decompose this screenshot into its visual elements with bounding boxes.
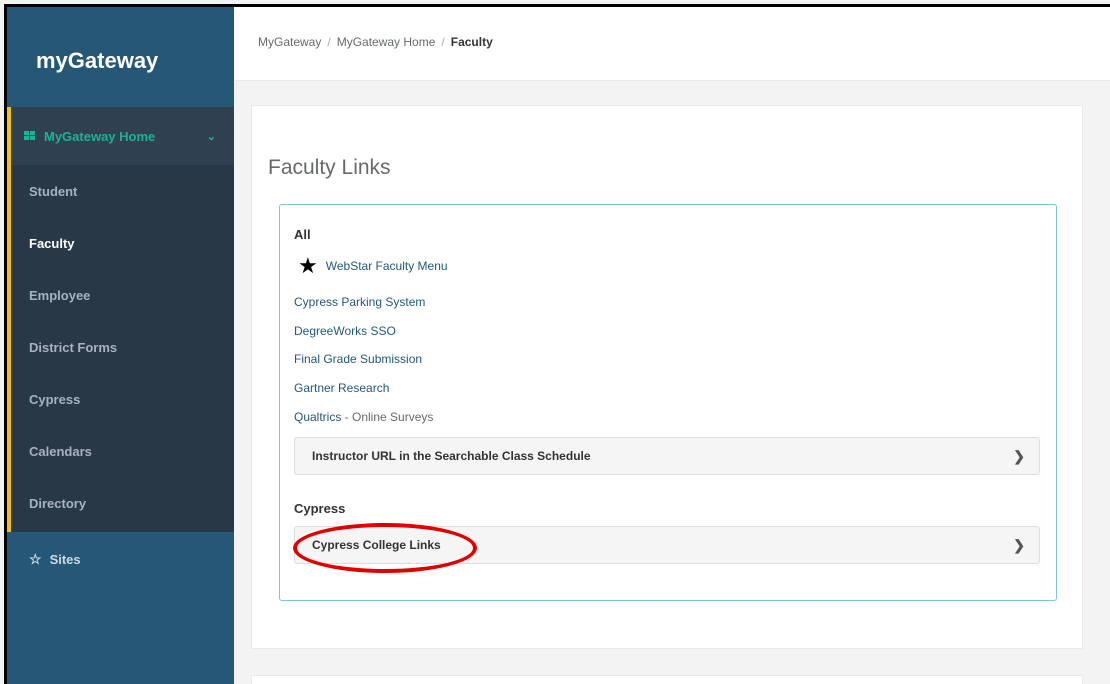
sidebar-item-directory[interactable]: Directory <box>11 477 234 529</box>
faculty-links-card: Faculty Links All ★ WebStar Faculty Menu… <box>251 105 1083 649</box>
app-logo[interactable]: myGateway <box>36 40 158 74</box>
sidebar-item-sites[interactable]: ☆ Sites <box>7 532 234 586</box>
section-heading-cypress: Cypress <box>294 501 346 516</box>
sidebar-item-calendars[interactable]: Calendars <box>11 425 234 477</box>
breadcrumb-separator: / <box>441 35 445 49</box>
link-cypress-parking-system[interactable]: Cypress Parking System <box>294 295 425 309</box>
sidebar-item-label: Student <box>29 183 78 199</box>
sidebar-item-label: Directory <box>29 495 87 511</box>
grid-icon <box>24 131 36 141</box>
sidebar-item-faculty[interactable]: Faculty <box>7 217 234 269</box>
sidebar-item-district-forms[interactable]: District Forms <box>11 321 234 373</box>
app-window: myGateway MyGateway Home ⌄ Student Facul… <box>4 4 1110 684</box>
link-qualtrics[interactable]: Qualtrics <box>294 410 341 424</box>
sidebar-item-label: District Forms <box>29 339 118 355</box>
breadcrumb-separator: / <box>327 35 331 49</box>
sidebar-item-student[interactable]: Student <box>11 165 234 217</box>
chevron-right-icon: ❯ <box>1013 536 1025 553</box>
page-title: Faculty Links <box>268 156 391 179</box>
sidebar-item-label: MyGateway Home <box>44 128 156 144</box>
breadcrumb-link-mygateway[interactable]: MyGateway <box>258 35 321 49</box>
sidebar-item-label: Cypress <box>29 391 81 407</box>
chevron-right-icon: ❯ <box>1013 447 1025 464</box>
breadcrumb-link-mygateway-home[interactable]: MyGateway Home <box>337 35 436 49</box>
sidebar-item-label: Sites <box>49 551 81 567</box>
section-heading-all: All <box>294 227 311 242</box>
star-icon[interactable]: ★ <box>298 255 318 277</box>
breadcrumb: MyGateway / MyGateway Home / Faculty <box>234 7 1110 81</box>
sidebar-item-label: Calendars <box>29 443 92 459</box>
sidebar-item-label: Employee <box>29 287 91 303</box>
highlight-annotation-circle <box>293 523 477 573</box>
link-gartner-research[interactable]: Gartner Research <box>294 381 389 395</box>
qualtrics-row: Qualtrics - Online Surveys <box>294 410 433 424</box>
sidebar-footer <box>7 586 234 684</box>
panel-label: Instructor URL in the Searchable Class S… <box>312 449 591 463</box>
instructor-url-panel[interactable]: Instructor URL in the Searchable Class S… <box>294 437 1040 475</box>
links-box: All ★ WebStar Faculty Menu Cypress Parki… <box>279 204 1057 601</box>
sidebar-item-mygateway-home[interactable]: MyGateway Home ⌄ <box>11 107 234 165</box>
favorite-link-row[interactable]: ★ WebStar Faculty Menu <box>298 255 448 277</box>
next-card <box>251 675 1083 684</box>
link-degreeworks-sso[interactable]: DegreeWorks SSO <box>294 324 396 338</box>
webstar-faculty-menu-link[interactable]: WebStar Faculty Menu <box>326 259 448 273</box>
link-final-grade-submission[interactable]: Final Grade Submission <box>294 352 422 366</box>
sidebar-nav: MyGateway Home ⌄ Student Faculty Employe… <box>7 107 234 532</box>
sidebar: myGateway MyGateway Home ⌄ Student Facul… <box>7 7 234 684</box>
breadcrumb-current: Faculty <box>450 35 493 49</box>
sidebar-item-employee[interactable]: Employee <box>11 269 234 321</box>
chevron-down-icon: ⌄ <box>206 130 216 143</box>
logo-area: myGateway <box>7 7 234 107</box>
qualtrics-description: - Online Surveys <box>341 410 434 424</box>
sidebar-item-cypress[interactable]: Cypress <box>11 373 234 425</box>
star-outline-icon: ☆ <box>29 550 42 567</box>
sidebar-item-label: Faculty <box>29 235 75 251</box>
